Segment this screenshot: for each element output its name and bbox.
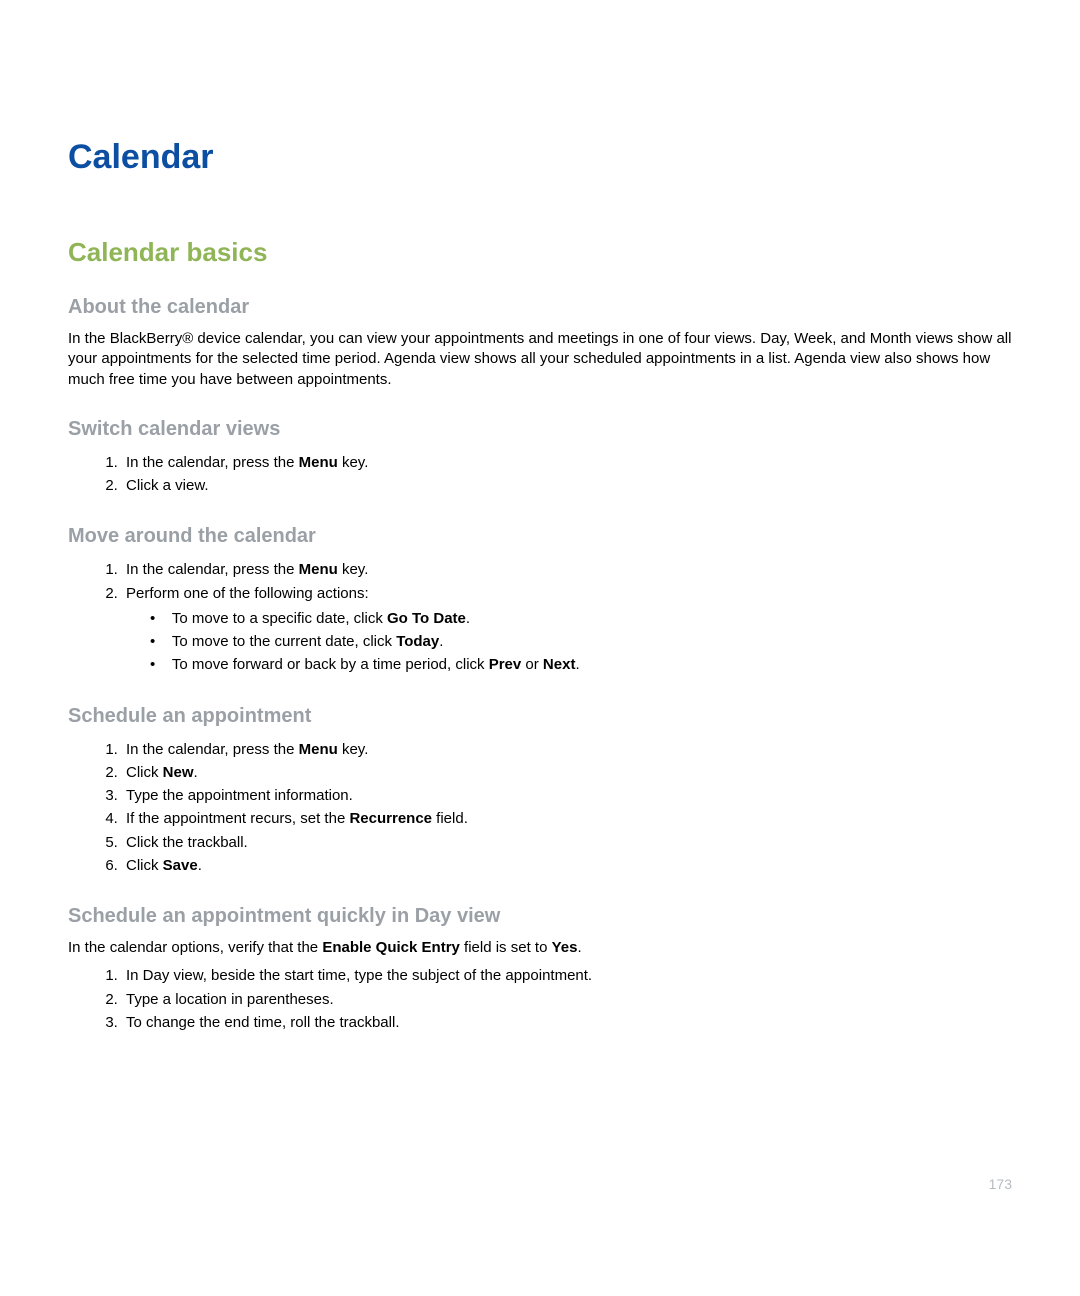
list-item: Click the trackball. xyxy=(122,831,1012,854)
step-text: key. xyxy=(338,741,369,758)
step-text: In the calendar, press the xyxy=(126,454,299,471)
bold-text: Yes xyxy=(552,939,578,956)
step-text: . xyxy=(194,764,198,781)
list-item: Click Save. xyxy=(122,854,1012,877)
bullet-text: To move forward or back by a time period… xyxy=(172,656,489,673)
bold-text: Prev xyxy=(489,656,522,673)
section-title: Calendar basics xyxy=(68,237,1012,268)
step-text: In the calendar, press the xyxy=(126,561,299,578)
bullet-text: . xyxy=(575,656,579,673)
list-item: In the calendar, press the Menu key. xyxy=(122,451,1012,474)
subsection-about-title: About the calendar xyxy=(68,296,1012,319)
list-item: If the appointment recurs, set the Recur… xyxy=(122,807,1012,830)
bold-text: Today xyxy=(396,633,439,650)
bullet-text: . xyxy=(466,610,470,627)
list-item: Type the appointment information. xyxy=(122,784,1012,807)
list-item: Perform one of the following actions: To… xyxy=(122,582,1012,677)
list-item: In the calendar, press the Menu key. xyxy=(122,558,1012,581)
list-item: To change the end time, roll the trackba… xyxy=(122,1011,1012,1034)
list-item: Click a view. xyxy=(122,474,1012,497)
step-text: key. xyxy=(338,561,369,578)
schedule-quick-intro: In the calendar options, verify that the… xyxy=(68,938,1012,958)
intro-text: . xyxy=(577,939,581,956)
list-item: To move to a specific date, click Go To … xyxy=(168,607,1012,630)
bold-text: Recurrence xyxy=(349,810,432,827)
step-text: field. xyxy=(432,810,468,827)
list-item: Type a location in parentheses. xyxy=(122,988,1012,1011)
step-text: . xyxy=(198,857,202,874)
bullet-text: To move to a specific date, click xyxy=(172,610,387,627)
list-item: In the calendar, press the Menu key. xyxy=(122,738,1012,761)
list-item: To move to the current date, click Today… xyxy=(168,630,1012,653)
step-text: Click xyxy=(126,857,163,874)
intro-text: In the calendar options, verify that the xyxy=(68,939,322,956)
bold-text: Save xyxy=(163,857,198,874)
list-item: In Day view, beside the start time, type… xyxy=(122,964,1012,987)
intro-text: field is set to xyxy=(460,939,552,956)
bullet-text: To move to the current date, click xyxy=(172,633,396,650)
bold-text: Next xyxy=(543,656,576,673)
step-text: In the calendar, press the xyxy=(126,741,299,758)
subsection-move-around-title: Move around the calendar xyxy=(68,525,1012,548)
bold-text: Menu xyxy=(299,741,338,758)
step-text: Perform one of the following actions: xyxy=(126,585,369,602)
bold-text: New xyxy=(163,764,194,781)
bullet-text: . xyxy=(439,633,443,650)
page: Calendar Calendar basics About the calen… xyxy=(0,0,1080,1296)
list-item: To move forward or back by a time period… xyxy=(168,653,1012,676)
page-number: 173 xyxy=(989,1176,1012,1192)
bold-text: Menu xyxy=(299,561,338,578)
bullet-text: or xyxy=(521,656,543,673)
step-text: key. xyxy=(338,454,369,471)
bold-text: Enable Quick Entry xyxy=(322,939,460,956)
about-body: In the BlackBerry® device calendar, you … xyxy=(68,329,1012,390)
step-text: Click xyxy=(126,764,163,781)
list-item: Click New. xyxy=(122,761,1012,784)
step-text: If the appointment recurs, set the xyxy=(126,810,349,827)
bold-text: Menu xyxy=(299,454,338,471)
schedule-appt-steps: In the calendar, press the Menu key. Cli… xyxy=(68,738,1012,878)
switch-views-steps: In the calendar, press the Menu key. Cli… xyxy=(68,451,1012,498)
schedule-quick-steps: In Day view, beside the start time, type… xyxy=(68,964,1012,1034)
chapter-title: Calendar xyxy=(68,138,1012,177)
move-around-steps: In the calendar, press the Menu key. Per… xyxy=(68,558,1012,676)
subsection-schedule-quick-title: Schedule an appointment quickly in Day v… xyxy=(68,905,1012,928)
bold-text: Go To Date xyxy=(387,610,466,627)
subsection-switch-views-title: Switch calendar views xyxy=(68,418,1012,441)
subsection-schedule-appt-title: Schedule an appointment xyxy=(68,705,1012,728)
move-around-bullets: To move to a specific date, click Go To … xyxy=(126,607,1012,677)
